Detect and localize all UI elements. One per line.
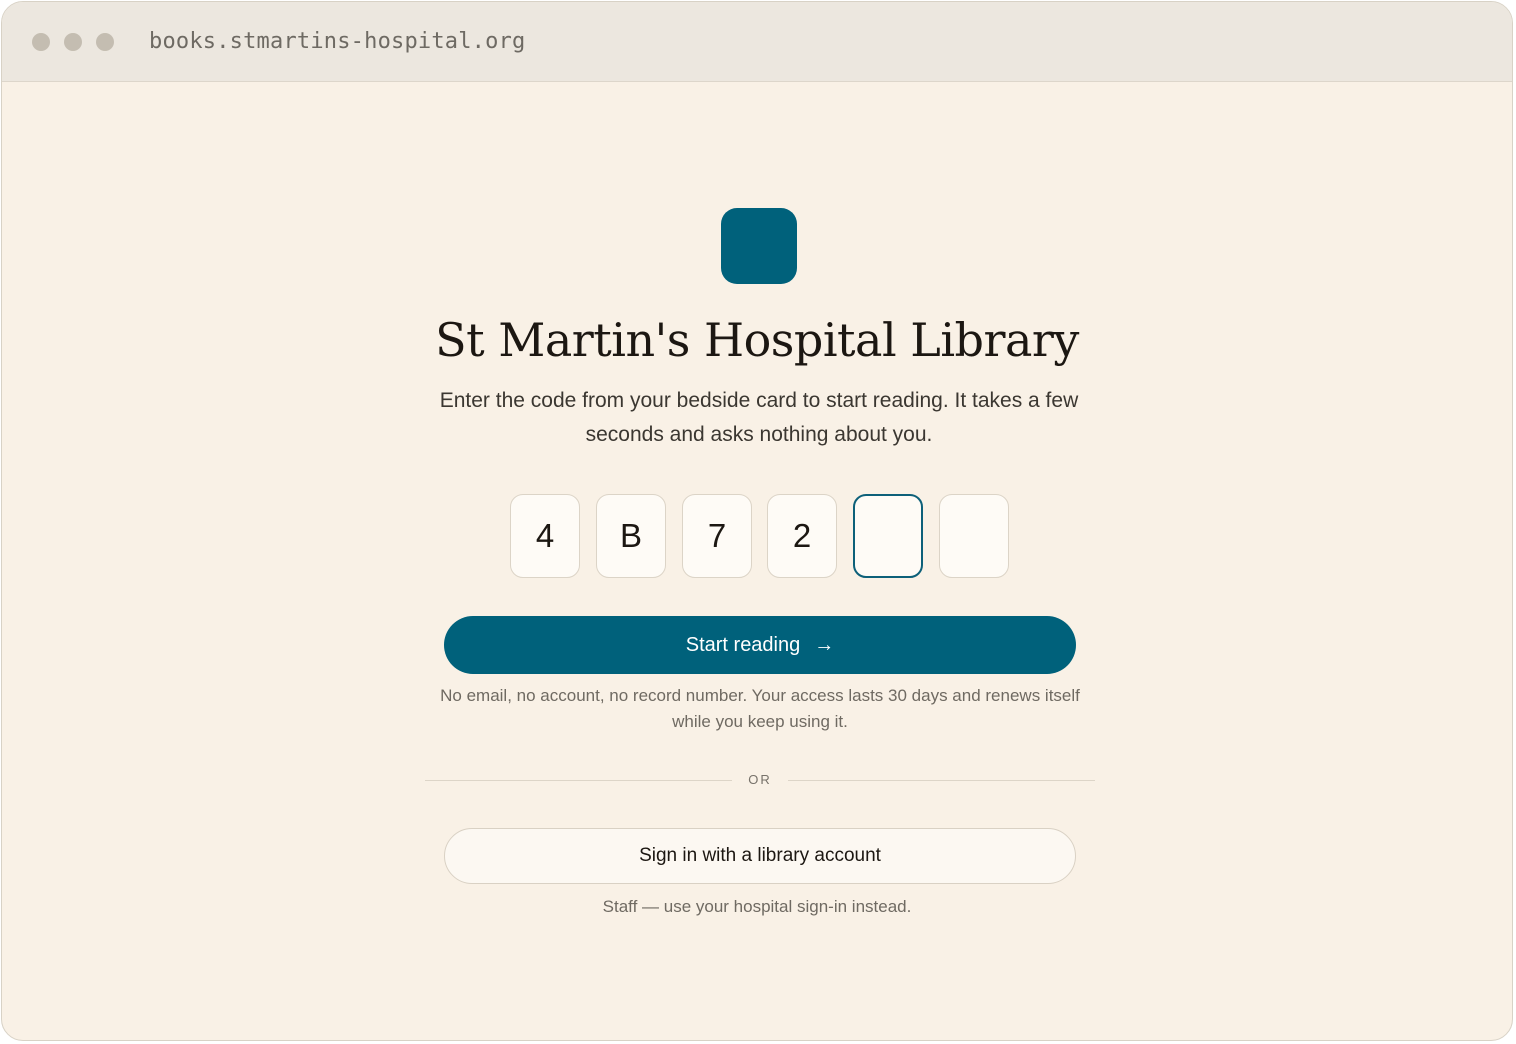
code-digit-6[interactable] — [939, 494, 1009, 578]
window-minimize-dot[interactable] — [64, 33, 82, 51]
start-reading-button[interactable]: Start reading → — [444, 616, 1076, 674]
staff-note: Staff — use your hospital sign-in instea… — [602, 897, 912, 916]
divider-label: OR — [748, 772, 772, 787]
divider-line-right — [788, 780, 1095, 781]
browser-window: books.stmartins-hospital.org St Martin's… — [1, 1, 1513, 1041]
browser-titlebar: books.stmartins-hospital.org — [2, 2, 1512, 82]
code-digit-3[interactable]: 7 — [682, 494, 752, 578]
page-title: St Martin's Hospital Library — [435, 313, 1079, 367]
code-digit-5[interactable] — [853, 494, 923, 578]
window-maximize-dot[interactable] — [96, 33, 114, 51]
code-digit-1[interactable]: 4 — [510, 494, 580, 578]
arrow-right-icon: → — [814, 634, 835, 656]
divider-line-left — [425, 780, 732, 781]
library-logo-icon — [721, 208, 797, 284]
page-subtitle: Enter the code from your bedside card to… — [439, 389, 1079, 446]
window-close-dot[interactable] — [32, 33, 50, 51]
library-account-signin-button[interactable]: Sign in with a library account — [444, 828, 1076, 884]
login-page: St Martin's Hospital Library Enter the c… — [2, 82, 1512, 1040]
code-digit-2[interactable]: B — [596, 494, 666, 578]
start-reading-label: Start reading — [685, 634, 801, 656]
code-digit-4[interactable]: 2 — [767, 494, 837, 578]
address-bar-url[interactable]: books.stmartins-hospital.org — [149, 28, 525, 56]
privacy-note: No email, no account, no record number. … — [440, 686, 1080, 731]
or-divider: OR — [425, 770, 1095, 790]
